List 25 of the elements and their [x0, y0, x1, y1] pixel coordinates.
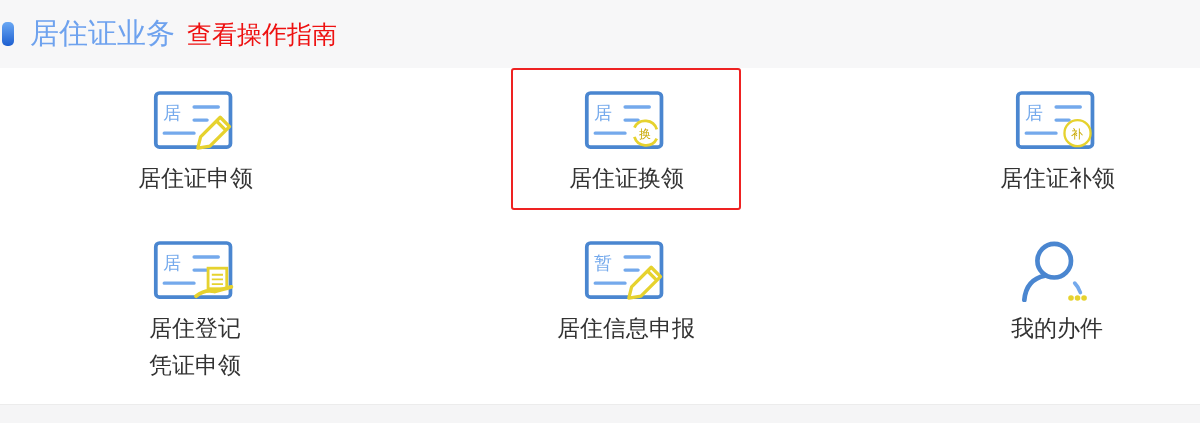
- service-tile[interactable]: 我的办件: [942, 218, 1172, 386]
- hand-document-icon: [194, 266, 234, 299]
- card-character: 居: [1025, 103, 1044, 124]
- service-tile[interactable]: 暂 居住信息申报: [511, 218, 741, 386]
- service-label: 居住证换领: [568, 164, 684, 193]
- service-label: 居住证申领: [137, 164, 253, 193]
- service-label: 我的办件: [1011, 314, 1103, 343]
- accent-bar: [2, 22, 14, 46]
- service-label: 居住登记 凭证申领: [149, 314, 241, 380]
- card-character: 暂: [594, 253, 613, 274]
- pencil-icon: [196, 115, 232, 150]
- guide-link[interactable]: 查看操作指南: [187, 17, 337, 51]
- card-character: 居: [163, 103, 182, 124]
- service-tile[interactable]: 居 补 居住证补领: [942, 68, 1172, 210]
- service-tile[interactable]: 居 换 居住证换领: [511, 68, 741, 210]
- card-character: 居: [163, 253, 182, 274]
- card-character: 居: [594, 103, 613, 124]
- badge-character: 换: [639, 126, 652, 141]
- service-label: 居住证补领: [999, 164, 1115, 193]
- pencil-icon: [627, 265, 663, 300]
- service-label: 居住信息申报: [557, 314, 695, 343]
- section-title: 居住证业务: [30, 15, 175, 52]
- service-tile[interactable]: 居 居住登记 凭证申领: [80, 218, 310, 386]
- service-tile[interactable]: 居 居住证申领: [80, 68, 310, 210]
- badge-character: 补: [1071, 126, 1083, 141]
